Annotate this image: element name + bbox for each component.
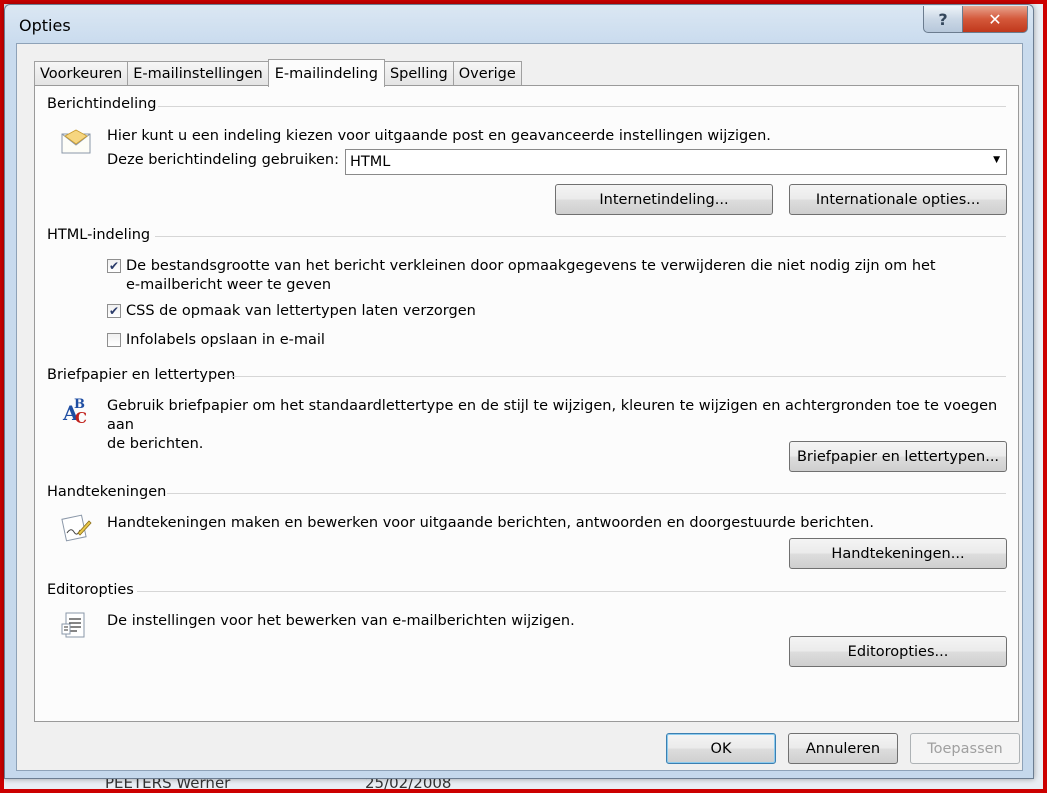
checkbox-css[interactable]: ✔ — [107, 304, 121, 318]
format-label: Deze berichtindeling gebruiken: — [107, 152, 339, 168]
close-icon: ✕ — [988, 9, 1002, 29]
cancel-button[interactable]: Annuleren — [788, 733, 898, 764]
option-css[interactable]: ✔ CSS de opmaak van lettertypen laten ve… — [107, 302, 476, 321]
options-dialog: Opties ? ✕ Voorkeuren E-mailinstellingen… — [4, 4, 1034, 779]
briefpapier-button[interactable]: Briefpapier en lettertypen... — [789, 441, 1007, 472]
apply-button[interactable]: Toepassen — [910, 733, 1020, 764]
tab-e-mailinstellingen[interactable]: E-mailinstellingen — [127, 61, 269, 86]
option-reduce-size-label: De bestandsgrootte van het bericht verkl… — [126, 258, 936, 293]
section-heading-editoropties: Editoropties — [47, 582, 134, 598]
tab-strip: Voorkeuren E-mailinstellingen E-mailinde… — [34, 59, 522, 87]
option-reduce-size[interactable]: ✔ De bestandsgrootte van het bericht ver… — [107, 257, 936, 295]
section-heading-berichtindeling: Berichtindeling — [47, 96, 157, 112]
tab-spelling[interactable]: Spelling — [383, 61, 454, 86]
section-heading-briefpapier: Briefpapier en lettertypen — [47, 367, 236, 383]
divider — [137, 591, 1006, 592]
dialog-client-area: Voorkeuren E-mailinstellingen E-mailinde… — [16, 43, 1023, 771]
abc-font-icon: A B C — [60, 394, 92, 427]
tab-voorkeuren[interactable]: Voorkeuren — [34, 61, 129, 86]
divider — [155, 236, 1006, 237]
svg-text:C: C — [75, 409, 87, 426]
tab-panel: Berichtindeling Hier kunt u een indeling… — [34, 85, 1019, 722]
handtekeningen-button[interactable]: Handtekeningen... — [789, 538, 1007, 569]
tab-e-mailindeling[interactable]: E-mailindeling — [267, 59, 385, 87]
berichtindeling-description: Hier kunt u een indeling kiezen voor uit… — [107, 128, 771, 144]
help-button[interactable]: ? — [923, 6, 963, 33]
divider — [158, 106, 1006, 107]
title-bar[interactable]: Opties ? ✕ — [5, 5, 1033, 43]
ok-button[interactable]: OK — [666, 733, 776, 764]
internationale-opties-button[interactable]: Internationale opties... — [789, 184, 1007, 215]
envelope-icon — [60, 126, 92, 158]
document-icon — [60, 610, 92, 642]
option-infolabels[interactable]: Infolabels opslaan in e-mail — [107, 331, 325, 350]
divider — [167, 493, 1006, 494]
checkbox-infolabels[interactable] — [107, 333, 121, 347]
internetindeling-button[interactable]: Internetindeling... — [555, 184, 773, 215]
help-icon: ? — [938, 9, 948, 29]
divider — [231, 376, 1006, 377]
checkbox-reduce-size[interactable]: ✔ — [107, 259, 121, 273]
close-button[interactable]: ✕ — [962, 6, 1028, 33]
editor-description: De instellingen voor het bewerken van e-… — [107, 613, 575, 629]
section-heading-html: HTML-indeling — [47, 227, 151, 243]
option-infolabels-label: Infolabels opslaan in e-mail — [126, 332, 325, 348]
editoropties-button[interactable]: Editoropties... — [789, 636, 1007, 667]
dialog-title: Opties — [19, 16, 71, 35]
signature-pen-icon — [60, 511, 92, 543]
option-css-label: CSS de opmaak van lettertypen laten verz… — [126, 303, 476, 319]
tab-overige[interactable]: Overige — [452, 61, 522, 86]
handtekeningen-description: Handtekeningen maken en bewerken voor ui… — [107, 515, 874, 531]
message-format-value: HTML — [350, 154, 391, 170]
section-heading-handtekeningen: Handtekeningen — [47, 484, 167, 500]
chevron-down-icon: ▼ — [993, 155, 1000, 165]
message-format-select[interactable]: HTML ▼ — [345, 149, 1007, 175]
